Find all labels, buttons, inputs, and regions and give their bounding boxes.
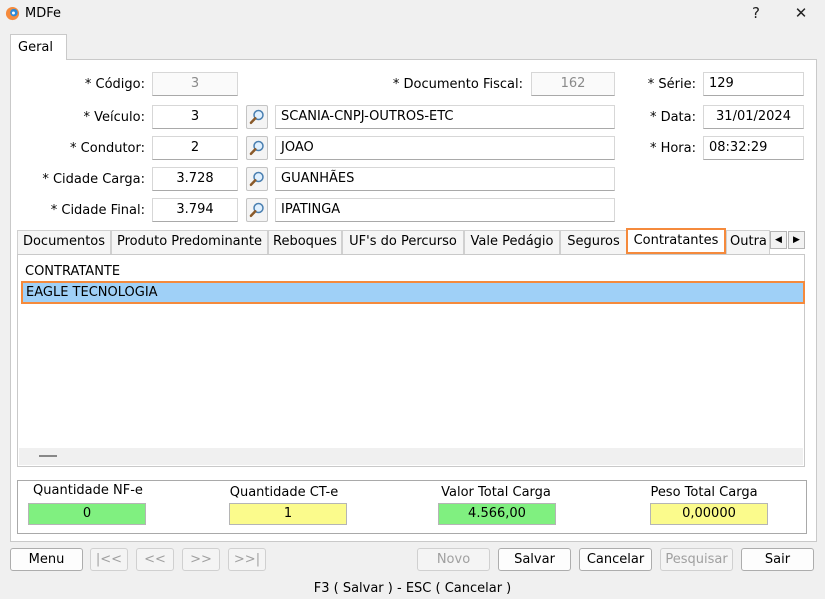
peso-total-label: Peso Total Carga (650, 485, 758, 500)
novo-button[interactable]: Novo (417, 548, 490, 571)
veiculo-code-field[interactable]: 3 (152, 105, 238, 129)
subtab-outra[interactable]: Outra (726, 230, 770, 254)
serie-field[interactable]: 129 (703, 72, 804, 96)
sair-button[interactable]: Sair (741, 548, 814, 571)
codigo-label: * Código: (84, 77, 145, 92)
next-record-button[interactable]: >> (182, 548, 220, 571)
tab-scroll-left-button[interactable]: ◀ (770, 231, 787, 249)
cidade-final-search-button[interactable] (246, 198, 268, 222)
serie-label: * Série: (647, 77, 696, 92)
close-button[interactable]: ✕ (786, 2, 816, 24)
hora-label: * Hora: (649, 141, 696, 156)
pesquisar-button[interactable]: Pesquisar (660, 548, 733, 571)
subtab-ufs-do-percurso[interactable]: UF's do Percurso (342, 230, 464, 254)
subtab-reboques[interactable]: Reboques (268, 230, 342, 254)
cidade-carga-name-field[interactable]: GUANHÃES (275, 167, 615, 191)
magnifier-icon (249, 109, 264, 125)
veiculo-label: * Veículo: (83, 110, 145, 125)
last-record-button[interactable]: >>| (228, 548, 266, 571)
documento-fiscal-label: * Documento Fiscal: (392, 77, 523, 92)
contratantes-list: CONTRATANTE EAGLE TECNOLOGIA (17, 254, 805, 467)
app-logo-icon (5, 6, 20, 21)
condutor-name-field[interactable]: JOAO (275, 136, 615, 160)
magnifier-icon (249, 202, 264, 218)
previous-record-button[interactable]: << (136, 548, 174, 571)
status-bar: F3 ( Salvar ) - ESC ( Cancelar ) (313, 581, 512, 596)
column-header-contratante[interactable]: CONTRATANTE (25, 264, 120, 279)
hora-field[interactable]: 08:32:29 (703, 136, 804, 160)
scrollbar-thumb[interactable] (39, 455, 57, 457)
cancelar-button[interactable]: Cancelar (579, 548, 652, 571)
subtab-produto-predominante[interactable]: Produto Predominante (111, 230, 268, 254)
data-field[interactable]: 31/01/2024 (703, 105, 804, 129)
title-bar: MDFe ? ✕ (0, 0, 825, 28)
tab-scroll-right-button[interactable]: ▶ (788, 231, 805, 249)
subtab-vale-pedagio[interactable]: Vale Pedágio (464, 230, 560, 254)
peso-total-value: 0,00000 (650, 503, 768, 525)
valor-total-value: 4.566,00 (438, 503, 556, 525)
cidade-carga-search-button[interactable] (246, 167, 268, 191)
data-label: * Data: (649, 110, 696, 125)
subtab-contratantes[interactable]: Contratantes (626, 228, 726, 254)
subtab-documentos[interactable]: Documentos (17, 230, 111, 254)
qtd-cte-value: 1 (229, 503, 347, 525)
list-item[interactable]: EAGLE TECNOLOGIA (21, 281, 805, 304)
subtab-seguros[interactable]: Seguros (560, 230, 627, 254)
condutor-code-field[interactable]: 2 (152, 136, 238, 160)
qtd-nfe-label: Quantidade NF-e (33, 483, 143, 498)
documento-fiscal-field[interactable]: 162 (531, 72, 615, 96)
cidade-final-name-field[interactable]: IPATINGA (275, 198, 615, 222)
cidade-carga-code-field[interactable]: 3.728 (152, 167, 238, 191)
valor-total-label: Valor Total Carga (441, 485, 551, 500)
cidade-final-code-field[interactable]: 3.794 (152, 198, 238, 222)
condutor-search-button[interactable] (246, 136, 268, 160)
first-record-button[interactable]: |<< (90, 548, 128, 571)
menu-button[interactable]: Menu (10, 548, 83, 571)
cidade-carga-label: * Cidade Carga: (42, 172, 145, 187)
cidade-final-label: * Cidade Final: (50, 203, 145, 218)
qtd-nfe-value: 0 (28, 503, 146, 525)
codigo-field[interactable]: 3 (152, 72, 238, 96)
condutor-label: * Condutor: (70, 141, 145, 156)
window-title: MDFe (25, 6, 61, 21)
magnifier-icon (249, 171, 264, 187)
totals-panel: Quantidade NF-e 0 Quantidade CT-e 1 Valo… (17, 480, 807, 534)
salvar-button[interactable]: Salvar (498, 548, 571, 571)
qtd-cte-label: Quantidade CT-e (229, 485, 339, 500)
veiculo-search-button[interactable] (246, 105, 268, 129)
help-button[interactable]: ? (741, 2, 771, 24)
tab-geral[interactable]: Geral (10, 34, 67, 60)
veiculo-name-field[interactable]: SCANIA-CNPJ-OUTROS-ETC (275, 105, 615, 129)
horizontal-scrollbar[interactable] (19, 448, 803, 465)
magnifier-icon (249, 140, 264, 156)
list-viewport: CONTRATANTE EAGLE TECNOLOGIA (21, 258, 805, 450)
